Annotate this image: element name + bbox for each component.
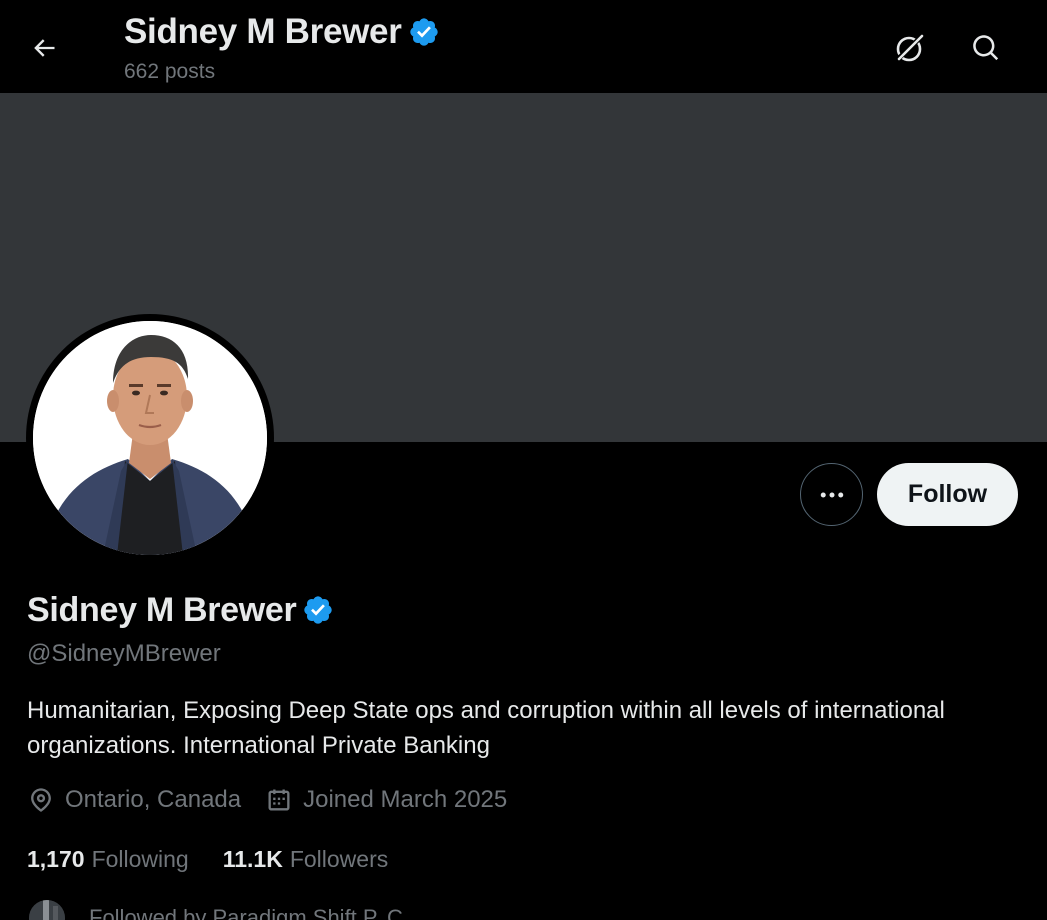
following-link[interactable]: 1,170 Following — [27, 846, 189, 873]
grok-button[interactable] — [888, 26, 932, 70]
profile-meta: Ontario, Canada Joined March 2025 — [27, 786, 507, 814]
calendar-icon — [268, 789, 290, 811]
user-handle: @SidneyMBrewer — [27, 640, 221, 667]
profile-page: Sidney M Brewer 662 posts Follow Sidney … — [0, 0, 1047, 920]
follow-stats: 1,170 Following 11.1K Followers — [27, 846, 388, 873]
top-bar: Sidney M Brewer 662 posts — [0, 0, 1047, 93]
followed-by-text: Followed by Paradigm Shift P. C. — [89, 905, 409, 920]
back-button[interactable] — [22, 26, 66, 70]
location-pin-icon — [31, 788, 51, 812]
avatar[interactable] — [33, 321, 267, 555]
verified-badge-icon — [409, 18, 438, 46]
header-title-row: Sidney M Brewer — [124, 12, 440, 52]
followed-by-row[interactable]: Followed by Paradigm Shift P. C. — [27, 898, 409, 920]
joined-item: Joined March 2025 — [265, 786, 507, 814]
avatar-photo — [33, 321, 267, 555]
more-options-button[interactable] — [800, 463, 863, 526]
location-text: Ontario, Canada — [65, 786, 242, 813]
profile-bio: Humanitarian, Exposing Deep State ops an… — [27, 697, 945, 759]
followers-count: 11.1K — [222, 846, 283, 872]
search-icon — [973, 35, 999, 61]
arrow-left-icon — [34, 39, 55, 57]
search-button[interactable] — [964, 26, 1008, 70]
following-label: Following — [91, 846, 189, 872]
follower-avatar — [27, 898, 67, 920]
display-name: Sidney M Brewer — [27, 591, 297, 629]
profile-name-row: Sidney M Brewer — [27, 590, 334, 630]
following-count: 1,170 — [27, 846, 85, 872]
follow-button[interactable]: Follow — [877, 463, 1018, 526]
followers-label: Followers — [289, 846, 389, 872]
grok-icon — [896, 33, 925, 62]
joined-text: Joined March 2025 — [303, 786, 508, 813]
header-title: Sidney M Brewer — [124, 12, 402, 51]
more-horizontal-icon — [820, 492, 843, 497]
post-count: 662 posts — [124, 60, 216, 83]
follower-avatar-image — [29, 900, 65, 920]
avatar-ring — [26, 314, 274, 562]
verified-badge-icon[interactable] — [302, 594, 334, 626]
location-item: Ontario, Canada — [27, 786, 241, 814]
followers-link[interactable]: 11.1K Followers — [223, 846, 389, 873]
